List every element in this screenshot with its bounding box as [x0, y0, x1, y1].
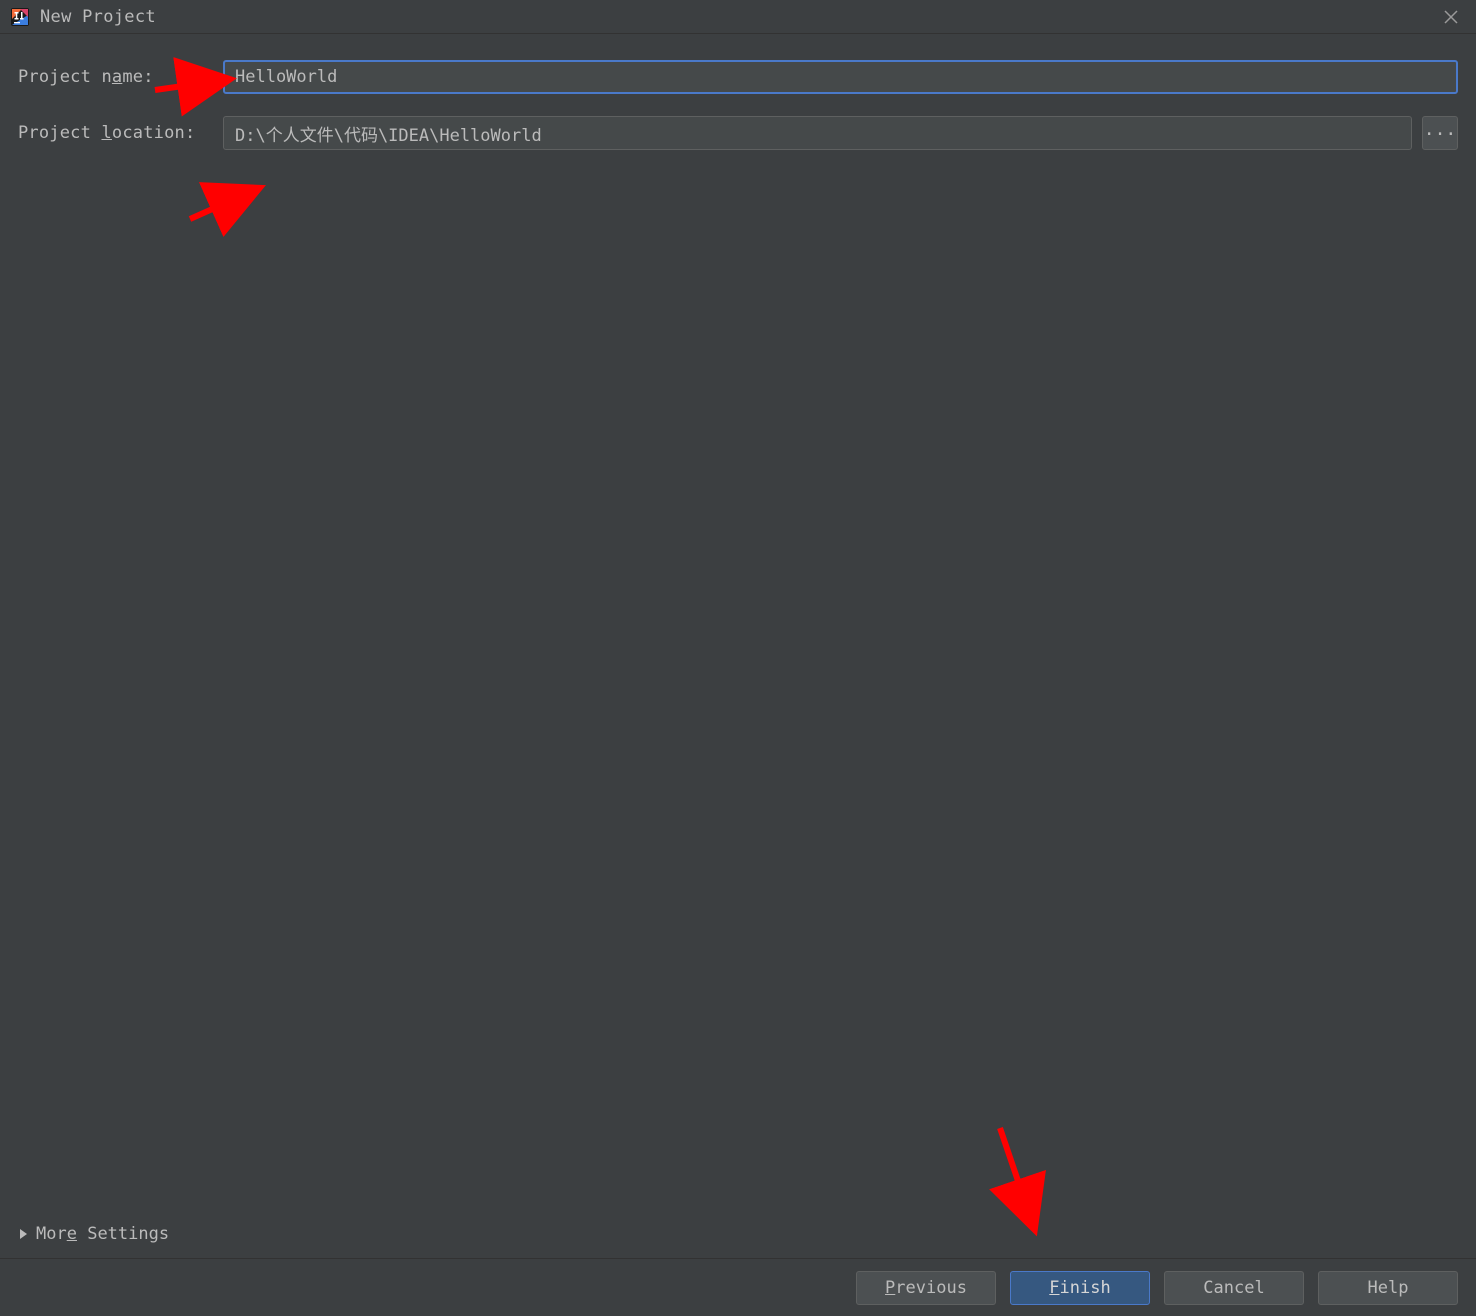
project-name-input[interactable]: [223, 60, 1458, 94]
dialog-footer: Previous Finish Cancel Help: [0, 1258, 1476, 1316]
chevron-right-icon: [18, 1224, 28, 1244]
cancel-button[interactable]: Cancel: [1164, 1271, 1304, 1305]
finish-button[interactable]: Finish: [1010, 1271, 1150, 1305]
annotation-arrows: [0, 0, 1476, 1316]
titlebar: New Project: [0, 0, 1476, 34]
window-title: New Project: [40, 7, 156, 27]
browse-button[interactable]: ...: [1422, 116, 1458, 150]
project-location-label: Project location:: [18, 123, 223, 143]
more-settings-toggle[interactable]: More Settings: [18, 1224, 169, 1244]
help-button[interactable]: Help: [1318, 1271, 1458, 1305]
project-location-input[interactable]: [223, 116, 1412, 150]
project-name-row: Project name:: [18, 60, 1458, 94]
intellij-icon: [10, 7, 30, 27]
close-icon[interactable]: [1434, 0, 1468, 34]
project-location-row: Project location: ...: [18, 116, 1458, 150]
more-settings-label: More Settings: [36, 1224, 169, 1244]
project-name-label: Project name:: [18, 67, 223, 87]
previous-button[interactable]: Previous: [856, 1271, 996, 1305]
